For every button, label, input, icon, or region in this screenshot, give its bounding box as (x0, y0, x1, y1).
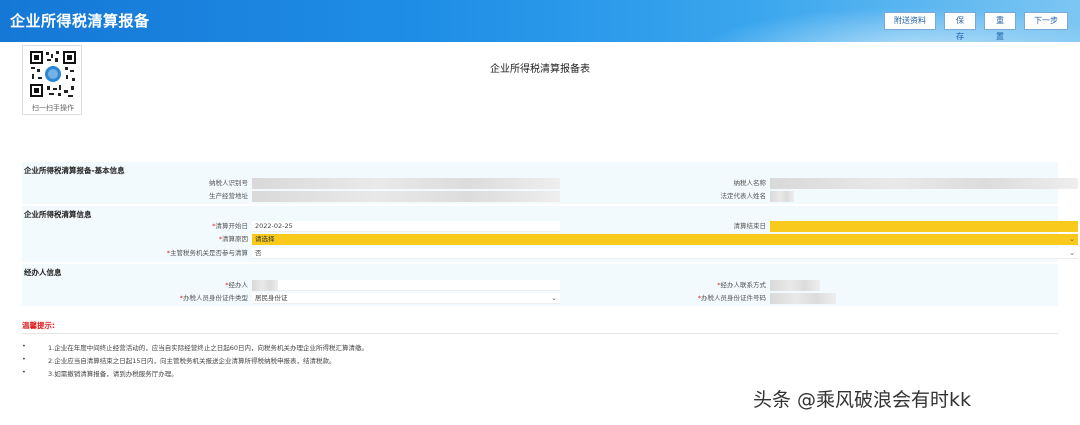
app-title: 企业所得税清算报备 (10, 12, 150, 30)
end-date-input[interactable] (770, 221, 1078, 232)
qr-caption: 扫一扫手操作 (32, 104, 74, 112)
qr-code-panel: 扫一扫手操作 (22, 45, 82, 115)
agent-name-label: *经办人 (225, 281, 248, 289)
bullet-icon: • (22, 355, 26, 363)
taxpayer-id-label: 纳税人识别号 (209, 179, 248, 187)
liquidation-section: 企业所得税清算信息 *清算开始日 2022-02-25 清算结束日 *清算原因 … (22, 206, 1078, 262)
agent-name-input[interactable] (252, 280, 560, 291)
participate-label: *主管税务机关是否参与清算 (166, 249, 248, 257)
taxpayer-name-label: 纳税人名称 (733, 179, 767, 187)
attach-materials-button[interactable]: 附送资料 (884, 12, 936, 30)
id-number-input[interactable] (770, 293, 836, 304)
save-button[interactable]: 保存 (944, 12, 976, 41)
agent-contact-label: *经办人联系方式 (717, 281, 766, 289)
reason-select[interactable]: 请选择 ⌄ (252, 234, 1078, 245)
chevron-down-icon: ⌄ (1069, 249, 1075, 257)
id-type-select[interactable]: 居民身份证 ⌄ (252, 293, 560, 304)
form-title: 企业所得税清算报备表 (490, 64, 590, 75)
address-field[interactable] (252, 191, 560, 202)
header-toolbar: 附送资料 保存 重置 下一步 (884, 12, 1068, 41)
watermark: 头条 @乘风破浪会有时kk (753, 389, 972, 411)
next-step-button[interactable]: 下一步 (1024, 12, 1068, 30)
id-number-label: *办税人员身份证件号码 (697, 294, 766, 302)
participate-select[interactable]: 否 ⌄ (252, 248, 1078, 259)
bullet-icon: • (22, 368, 26, 376)
end-date-label: 清算结束日 (733, 222, 767, 230)
chevron-down-icon: ⌄ (1069, 235, 1075, 243)
agent-contact-input[interactable] (770, 280, 820, 291)
legal-rep-label: 法定代表人姓名 (720, 192, 767, 200)
agent-heading: 经办人信息 (24, 268, 62, 277)
id-type-select-value: 居民身份证 (255, 294, 288, 302)
agent-section: 经办人信息 *经办人 *经办人联系方式 *办税人员身份证件类型 居民身份证 ⌄ … (22, 264, 1058, 306)
header-bar: 企业所得税清算报备 附送资料 保存 重置 下一步 (0, 0, 1080, 42)
taxpayer-name-field[interactable] (770, 178, 1078, 189)
start-date-label: *清算开始日 (212, 222, 248, 230)
tips-title: 温馨提示: (22, 321, 55, 330)
tips-divider (22, 333, 1058, 334)
participate-select-value: 否 (255, 249, 262, 257)
reason-label: *清算原因 (218, 235, 248, 243)
chevron-down-icon: ⌄ (551, 294, 557, 302)
basic-info-section: 企业所得税清算报备-基本信息 纳税人识别号 纳税人名称 生产经营地址 法定代表人… (22, 162, 1078, 204)
start-date-input[interactable]: 2022-02-25 (252, 221, 560, 232)
agent-name-redacted (252, 280, 278, 291)
id-type-label: *办税人员身份证件类型 (179, 294, 248, 302)
bullet-icon: • (22, 342, 26, 350)
taxpayer-id-field[interactable] (252, 178, 560, 189)
reset-button[interactable]: 重置 (984, 12, 1016, 41)
liquidation-heading: 企业所得税清算信息 (24, 210, 92, 219)
reason-select-value: 请选择 (255, 235, 275, 243)
basic-info-heading: 企业所得税清算报备-基本信息 (24, 166, 125, 175)
address-label: 生产经营地址 (209, 192, 248, 200)
legal-rep-field[interactable] (770, 191, 794, 202)
